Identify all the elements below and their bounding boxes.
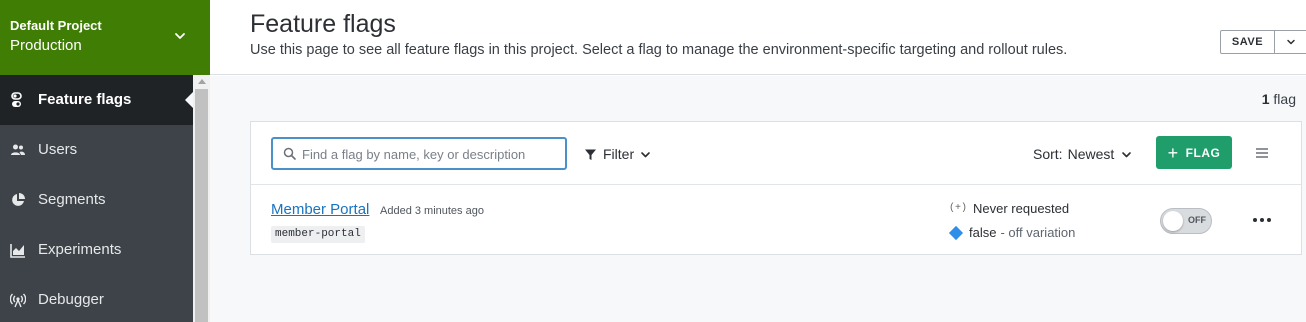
filter-icon [585,149,596,160]
variation-description: - off variation [1000,225,1076,240]
add-flag-button[interactable]: + FLAG [1156,136,1232,169]
sidebar-item-segments[interactable]: Segments [0,175,193,225]
variation-value: false [969,225,997,240]
dot [1260,218,1264,222]
filter-button[interactable]: Filter [584,144,657,164]
sidebar-item-feature-flags[interactable]: Feature flags [0,75,193,125]
status-indicator: (+) [949,203,968,214]
save-button[interactable]: SAVE [1221,31,1275,53]
filter-label: Filter [603,146,635,162]
search-box[interactable] [271,137,567,170]
pie-chart-icon [12,193,25,206]
flags-card: Filter Sort: Newest + FLAG Membe [250,121,1302,255]
toggle-label: OFF [1188,215,1206,225]
flag-count-unit: flag [1273,91,1296,107]
scroll-thumb[interactable] [195,89,208,322]
chevron-down-icon [1122,151,1132,157]
flag-key: member-portal [271,226,365,243]
sidebar: Default Project Production Feature flags… [0,0,210,322]
sidebar-item-label: Users [38,141,78,158]
more-options-icon[interactable] [1252,210,1272,230]
flag-added-time: Added 3 minutes ago [380,205,484,217]
hamburger-menu-icon[interactable] [1255,146,1269,160]
environment-name: Production [10,37,82,54]
dot [1267,218,1271,222]
sort-dropdown[interactable]: Sort: Newest [1033,144,1132,164]
users-icon [11,144,25,155]
flag-variation: false - off variation [948,225,1076,240]
sidebar-item-experiments[interactable]: Experiments [0,225,193,275]
flag-count: 1 flag [1262,91,1296,107]
project-switcher[interactable]: Default Project Production [0,0,210,75]
save-button-group: SAVE [1220,30,1306,54]
search-icon [283,147,296,160]
add-flag-label: FLAG [1185,145,1221,160]
sidebar-item-label: Feature flags [38,91,132,108]
status-text: Never requested [973,201,1070,216]
save-options-button[interactable] [1275,31,1306,53]
variation-diamond-icon [948,225,964,240]
page-description: Use this page to see all feature flags i… [250,42,1068,58]
flag-count-number: 1 [1261,91,1270,107]
search-input[interactable] [302,144,557,164]
toggle-icon [11,92,22,107]
flag-row[interactable]: Member Portal Added 3 minutes ago member… [251,186,1301,255]
chevron-down-icon [641,151,650,157]
flags-toolbar: Filter Sort: Newest + FLAG [251,122,1301,185]
sort-value: Newest [1067,146,1115,162]
flag-name-link[interactable]: Member Portal [271,201,369,218]
chevron-down-icon [175,33,185,39]
flag-status: (+) Never requested [949,201,1069,216]
sidebar-item-debugger[interactable]: Debugger [0,275,193,322]
broadcast-icon [10,293,26,308]
sidebar-item-label: Segments [38,191,106,208]
area-chart-icon [10,244,25,258]
sidebar-item-label: Experiments [38,241,122,258]
flag-toggle[interactable]: OFF [1160,208,1212,234]
sidebar-item-label: Debugger [38,291,104,308]
chevron-down-icon [1287,39,1295,45]
toggle-knob [1163,211,1183,231]
sidebar-scrollbar[interactable] [193,75,210,322]
project-name: Default Project [10,18,102,33]
sort-label: Sort: [1033,146,1063,162]
dot [1253,218,1257,222]
page-header: Feature flags Use this page to see all f… [210,0,1306,75]
active-indicator [185,92,193,108]
plus-icon: + [1167,142,1179,163]
sidebar-item-users[interactable]: Users [0,125,193,175]
main-content: 1 flag Filter Sort: [210,76,1306,322]
scroll-up-arrow-icon[interactable] [198,79,206,84]
page-title: Feature flags [250,10,396,38]
